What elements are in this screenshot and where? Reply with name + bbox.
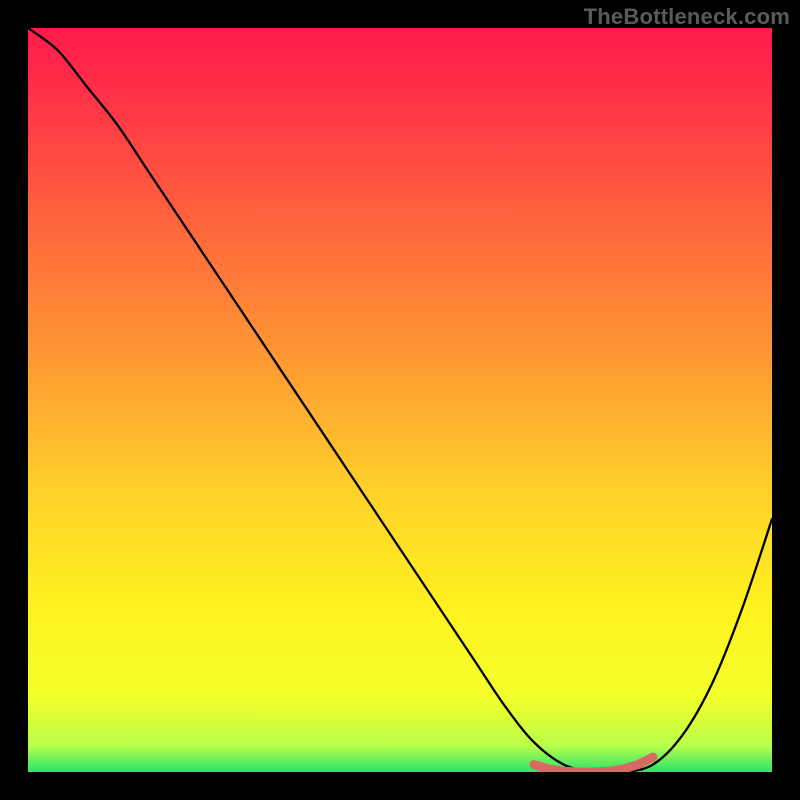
- bottleneck-chart: [28, 28, 772, 772]
- chart-stage: TheBottleneck.com: [0, 0, 800, 800]
- watermark-text: TheBottleneck.com: [584, 4, 790, 30]
- gradient-panel: [28, 28, 772, 772]
